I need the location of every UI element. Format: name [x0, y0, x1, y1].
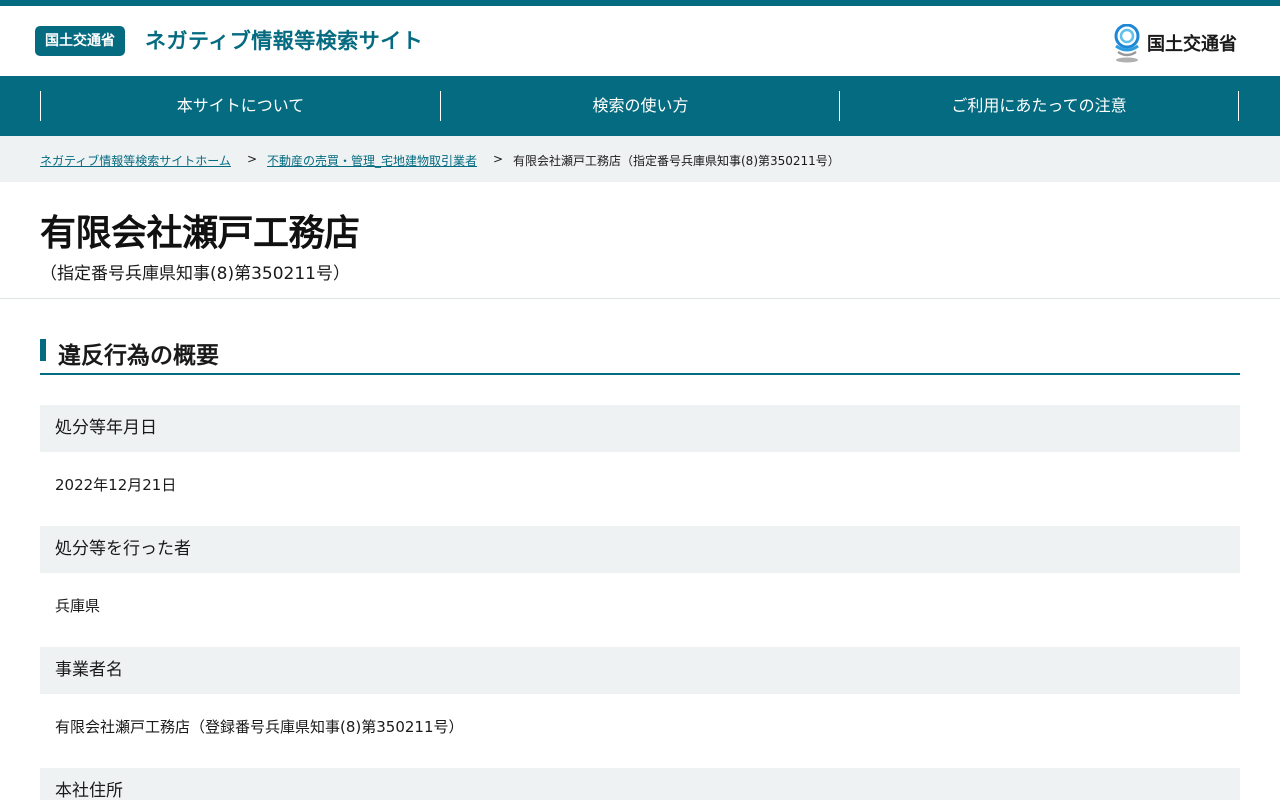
nav-item-about[interactable]: 本サイトについて — [40, 91, 440, 121]
field-value-disposition-date: 2022年12月21日 — [55, 476, 177, 494]
nav-item-usage-notes[interactable]: ご利用にあたっての注意 — [839, 91, 1239, 121]
breadcrumb-separator: > — [247, 152, 258, 166]
ministry-logo[interactable]: 国土交通省 — [1112, 24, 1252, 64]
section-heading: 違反行為の概要 — [40, 338, 1240, 375]
field-value-business-name: 有限会社瀬戸工務店（登録番号兵庫県知事(8)第350211号） — [55, 718, 464, 736]
section-heading-text: 違反行為の概要 — [58, 343, 219, 369]
breadcrumb-separator: > — [493, 152, 504, 166]
page-subtitle: （指定番号兵庫県知事(8)第350211号） — [40, 264, 350, 284]
breadcrumb-home-link[interactable]: ネガティブ情報等検索サイトホーム — [40, 152, 231, 169]
page-header: 有限会社瀬戸工務店 （指定番号兵庫県知事(8)第350211号） — [0, 182, 1280, 299]
mlit-emblem-icon — [1114, 24, 1140, 63]
breadcrumb: ネガティブ情報等検索サイトホーム > 不動産の売買・管理_宅地建物取引業者 > … — [0, 136, 1280, 182]
breadcrumb-current: 有限会社瀬戸工務店（指定番号兵庫県知事(8)第350211号） — [513, 154, 840, 168]
page-title: 有限会社瀬戸工務店 — [40, 213, 360, 254]
heading-accent-bar — [40, 339, 46, 361]
global-nav: 本サイトについて 検索の使い方 ご利用にあたっての注意 — [0, 76, 1280, 136]
breadcrumb-category-link[interactable]: 不動産の売買・管理_宅地建物取引業者 — [267, 152, 477, 169]
nav-item-how-to-search[interactable]: 検索の使い方 — [440, 91, 840, 121]
site-title[interactable]: ネガティブ情報等検索サイト — [145, 26, 423, 56]
ministry-name: 国土交通省 — [1147, 34, 1237, 55]
field-value-disposing-authority: 兵庫県 — [55, 597, 101, 615]
field-label-disposition-date: 処分等年月日 — [40, 405, 1240, 452]
field-label-disposing-authority: 処分等を行った者 — [40, 526, 1240, 573]
site-header: 国土交通省 ネガティブ情報等検索サイト 国土交通省 — [0, 6, 1280, 76]
field-label-business-name: 事業者名 — [40, 647, 1240, 694]
field-label-head-office-address: 本社住所 — [40, 768, 1240, 800]
ministry-badge[interactable]: 国土交通省 — [35, 26, 125, 56]
